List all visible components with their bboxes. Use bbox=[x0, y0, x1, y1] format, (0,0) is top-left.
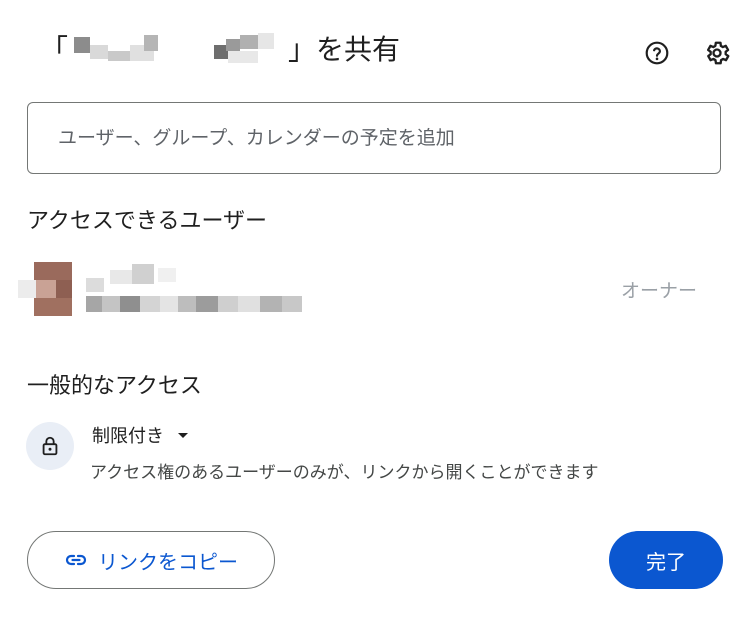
add-people-input[interactable] bbox=[27, 102, 721, 174]
title-close-text: 」を共有 bbox=[288, 33, 401, 66]
dialog-title: 「 」を共有 bbox=[40, 26, 400, 70]
help-button[interactable] bbox=[640, 36, 674, 70]
caret-down-icon bbox=[178, 433, 188, 438]
people-with-access-heading: アクセスできるユーザー bbox=[27, 209, 268, 234]
done-button[interactable]: 完了 bbox=[609, 531, 723, 589]
link-icon bbox=[65, 554, 87, 566]
redacted-user-info bbox=[86, 262, 306, 316]
owner-role-label: オーナー bbox=[621, 280, 698, 302]
copy-link-label: リンクをコピー bbox=[98, 549, 238, 574]
lock-icon bbox=[42, 436, 58, 456]
avatar bbox=[18, 262, 72, 316]
copy-link-button[interactable]: リンクをコピー bbox=[27, 531, 275, 589]
help-circle-icon bbox=[645, 41, 669, 65]
access-level-dropdown[interactable]: 制限付き bbox=[92, 422, 194, 448]
title-open-bracket: 「 bbox=[40, 33, 69, 66]
access-level-label: 制限付き bbox=[92, 426, 164, 447]
settings-button[interactable] bbox=[700, 36, 734, 70]
gear-icon bbox=[706, 41, 730, 65]
access-icon-badge bbox=[26, 422, 74, 470]
general-access-heading: 一般的なアクセス bbox=[27, 374, 202, 399]
redacted-file-name bbox=[68, 31, 288, 65]
access-description: アクセス権のあるユーザーのみが、リンクから開くことができます bbox=[90, 463, 599, 483]
done-label: 完了 bbox=[646, 549, 686, 574]
